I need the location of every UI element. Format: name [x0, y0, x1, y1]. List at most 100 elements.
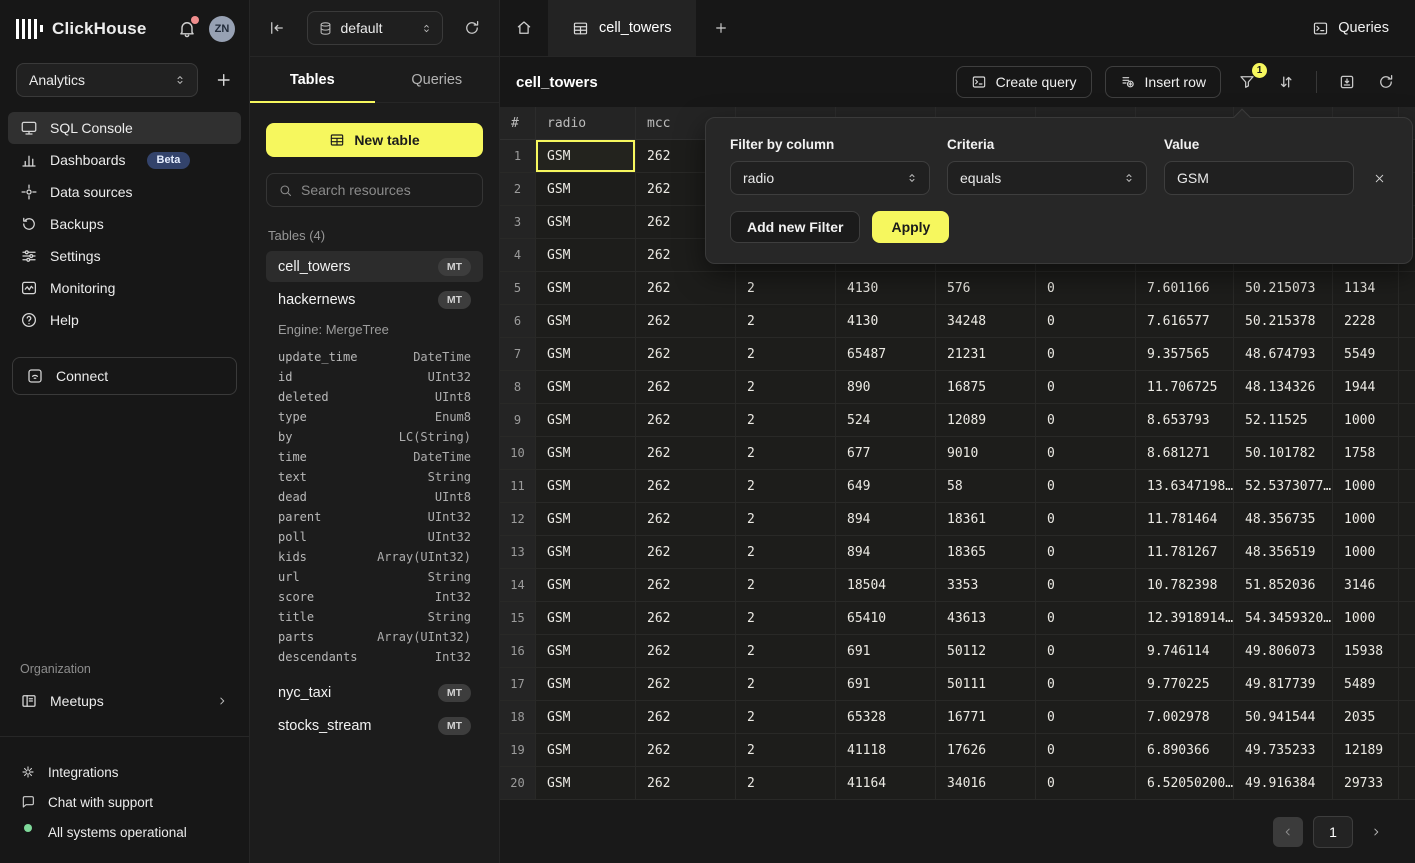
cell-radio[interactable]: GSM [536, 701, 636, 734]
cell-net[interactable]: 2 [736, 404, 836, 437]
cell-radio[interactable]: GSM [536, 305, 636, 338]
cell-net[interactable]: 2 [736, 767, 836, 800]
sidebar-item[interactable]: Dashboards Beta [8, 144, 241, 176]
table-row[interactable]: 20 GSM 262 2 41164 34016 0 6.52050200… 4… [500, 767, 1415, 800]
cell-lat[interactable]: 54.3459320… [1234, 602, 1333, 635]
tab-queries[interactable]: Queries [375, 57, 500, 102]
add-new-filter-button[interactable]: Add new Filter [730, 211, 860, 243]
cell-range[interactable]: 5489 [1333, 668, 1399, 701]
table-row[interactable]: 14 GSM 262 2 18504 3353 0 10.782398 51.8… [500, 569, 1415, 602]
cell-unit[interactable]: 0 [1036, 635, 1136, 668]
cell-net[interactable]: 2 [736, 701, 836, 734]
cell-unit[interactable]: 0 [1036, 371, 1136, 404]
cell-area[interactable]: 41118 [836, 734, 936, 767]
cell-lon[interactable]: 6.890366 [1136, 734, 1234, 767]
cell-net[interactable]: 2 [736, 635, 836, 668]
cell-net[interactable]: 2 [736, 503, 836, 536]
collapse-sidebar-button[interactable] [268, 19, 286, 37]
cell-lon[interactable]: 9.746114 [1136, 635, 1234, 668]
cell-lat[interactable]: 52.11525 [1234, 404, 1333, 437]
cell-lat[interactable]: 50.101782 [1234, 437, 1333, 470]
cell-unit[interactable]: 0 [1036, 701, 1136, 734]
table-row[interactable]: 19 GSM 262 2 41118 17626 0 6.890366 49.7… [500, 734, 1415, 767]
cell-radio[interactable]: GSM [536, 338, 636, 371]
cell-lat[interactable]: 49.916384 [1234, 767, 1333, 800]
service-selector[interactable]: Analytics [16, 63, 198, 97]
tab-tables[interactable]: Tables [250, 57, 375, 102]
cell-mcc[interactable]: 262 [636, 437, 736, 470]
cell-lat[interactable]: 51.852036 [1234, 569, 1333, 602]
cell-unit[interactable]: 0 [1036, 734, 1136, 767]
cell-cell[interactable]: 17626 [936, 734, 1036, 767]
cell-range[interactable]: 1000 [1333, 404, 1399, 437]
cell-cell[interactable]: 3353 [936, 569, 1036, 602]
cell-cell[interactable]: 34248 [936, 305, 1036, 338]
cell-unit[interactable]: 0 [1036, 668, 1136, 701]
cell-range[interactable]: 12189 [1333, 734, 1399, 767]
sidebar-item[interactable]: SQL Console [8, 112, 241, 144]
cell-lon[interactable]: 7.601166 [1136, 272, 1234, 305]
cell-unit[interactable]: 0 [1036, 503, 1136, 536]
cell-net[interactable]: 2 [736, 305, 836, 338]
cell-mcc[interactable]: 262 [636, 734, 736, 767]
cell-mcc[interactable]: 262 [636, 404, 736, 437]
cell-radio[interactable]: GSM [536, 239, 636, 272]
cell-area[interactable]: 894 [836, 536, 936, 569]
cell-unit[interactable]: 0 [1036, 602, 1136, 635]
cell-area[interactable]: 649 [836, 470, 936, 503]
table-item-nyc-taxi[interactable]: nyc_taxi MT [266, 677, 483, 708]
footer-item[interactable]: Integrations [0, 757, 249, 787]
cell-net[interactable]: 2 [736, 272, 836, 305]
cell-lon[interactable]: 9.357565 [1136, 338, 1234, 371]
sort-button[interactable] [1273, 69, 1299, 95]
cell-mcc[interactable]: 262 [636, 701, 736, 734]
cell-unit[interactable]: 0 [1036, 338, 1136, 371]
queries-button[interactable]: Queries [1286, 0, 1415, 56]
remove-filter-button[interactable] [1371, 167, 1388, 189]
cell-radio[interactable]: GSM [536, 470, 636, 503]
cell-range[interactable]: 1000 [1333, 470, 1399, 503]
cell-lat[interactable]: 49.806073 [1234, 635, 1333, 668]
cell-lon[interactable]: 7.616577 [1136, 305, 1234, 338]
cell-radio[interactable]: GSM [536, 371, 636, 404]
download-button[interactable] [1334, 69, 1360, 95]
cell-range[interactable]: 29733 [1333, 767, 1399, 800]
cell-mcc[interactable]: 262 [636, 635, 736, 668]
table-item-cell-towers[interactable]: cell_towers MT [266, 251, 483, 282]
cell-lat[interactable]: 50.215378 [1234, 305, 1333, 338]
table-row[interactable]: 10 GSM 262 2 677 9010 0 8.681271 50.1017… [500, 437, 1415, 470]
cell-area[interactable]: 41164 [836, 767, 936, 800]
cell-range[interactable]: 1000 [1333, 536, 1399, 569]
cell-area[interactable]: 18504 [836, 569, 936, 602]
cell-lon[interactable]: 11.706725 [1136, 371, 1234, 404]
refresh-tables-button[interactable] [463, 19, 481, 37]
sidebar-item[interactable]: Settings [8, 240, 241, 272]
table-item-stocks-stream[interactable]: stocks_stream MT [266, 710, 483, 741]
apply-button[interactable]: Apply [872, 211, 949, 243]
sidebar-item[interactable]: Data sources [8, 176, 241, 208]
new-table-button[interactable]: New table [266, 123, 483, 157]
cell-lat[interactable]: 48.356519 [1234, 536, 1333, 569]
cell-range[interactable]: 1000 [1333, 602, 1399, 635]
criteria-select[interactable]: equals [947, 161, 1147, 195]
cell-lat[interactable]: 50.941544 [1234, 701, 1333, 734]
cell-area[interactable]: 677 [836, 437, 936, 470]
sidebar-item[interactable]: Monitoring [8, 272, 241, 304]
cell-lat[interactable]: 48.674793 [1234, 338, 1333, 371]
insert-row-button[interactable]: Insert row [1105, 66, 1221, 98]
table-row[interactable]: 17 GSM 262 2 691 50111 0 9.770225 49.817… [500, 668, 1415, 701]
cell-area[interactable]: 4130 [836, 272, 936, 305]
cell-cell[interactable]: 50111 [936, 668, 1036, 701]
cell-lon[interactable]: 12.3918914… [1136, 602, 1234, 635]
cell-range[interactable]: 3146 [1333, 569, 1399, 602]
table-row[interactable]: 7 GSM 262 2 65487 21231 0 9.357565 48.67… [500, 338, 1415, 371]
cell-lon[interactable]: 7.002978 [1136, 701, 1234, 734]
search-input[interactable]: Search resources [266, 173, 483, 207]
new-tab-button[interactable] [696, 0, 746, 56]
column-header[interactable]: radio [536, 107, 636, 140]
cell-lon[interactable]: 8.681271 [1136, 437, 1234, 470]
cell-range[interactable]: 2035 [1333, 701, 1399, 734]
next-page-button[interactable] [1363, 817, 1389, 847]
cell-radio[interactable]: GSM [536, 503, 636, 536]
cell-cell[interactable]: 16875 [936, 371, 1036, 404]
